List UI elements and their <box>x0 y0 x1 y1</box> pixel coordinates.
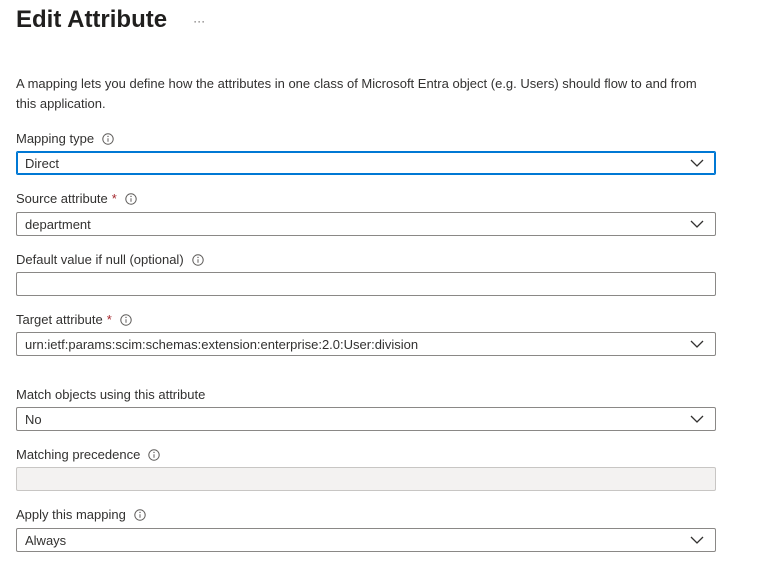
default-value-label: Default value if null (optional) <box>16 252 204 267</box>
target-attribute-label-text: Target attribute <box>16 312 103 327</box>
info-icon[interactable] <box>125 192 137 205</box>
matching-precedence-label: Matching precedence <box>16 447 161 462</box>
chevron-down-icon <box>685 529 709 551</box>
match-objects-label-text: Match objects using this attribute <box>16 387 206 402</box>
chevron-down-icon <box>685 213 709 235</box>
source-attribute-label: Source attribute * <box>16 191 137 206</box>
description-text: A mapping lets you define how the attrib… <box>16 76 697 111</box>
matching-precedence-label-text: Matching precedence <box>16 447 141 462</box>
default-value-input[interactable] <box>16 272 716 296</box>
page-title: Edit Attribute <box>16 6 168 33</box>
edit-attribute-panel: Edit Attribute ··· A mapping lets you de… <box>0 0 781 582</box>
mapping-type-label-text: Mapping type <box>16 131 95 146</box>
info-icon[interactable] <box>102 132 114 145</box>
info-icon[interactable] <box>191 253 204 266</box>
apply-mapping-dropdown[interactable]: Always <box>16 528 716 552</box>
chevron-down-icon <box>685 152 709 174</box>
matching-precedence-input <box>16 467 716 491</box>
match-objects-label: Match objects using this attribute <box>16 387 205 402</box>
apply-mapping-label-text: Apply this mapping <box>16 507 126 522</box>
required-indicator: * <box>106 312 112 327</box>
chevron-down-icon <box>685 408 709 430</box>
required-indicator: * <box>111 191 117 206</box>
source-attribute-value: department <box>25 216 91 232</box>
mapping-type-dropdown[interactable]: Direct <box>16 151 716 175</box>
source-attribute-label-text: Source attribute <box>16 191 108 206</box>
target-attribute-dropdown[interactable]: urn:ietf:params:scim:schemas:extension:e… <box>16 332 716 356</box>
apply-mapping-value: Always <box>25 532 67 548</box>
apply-mapping-label: Apply this mapping <box>16 507 146 522</box>
target-attribute-value: urn:ietf:params:scim:schemas:extension:e… <box>25 336 419 352</box>
target-attribute-label: Target attribute * <box>16 312 132 327</box>
title-row: Edit Attribute ··· <box>16 6 205 34</box>
match-objects-dropdown[interactable]: No <box>16 407 716 431</box>
mapping-type-value: Direct <box>25 155 59 171</box>
info-icon[interactable] <box>148 448 161 461</box>
match-objects-value: No <box>25 411 42 427</box>
default-value-label-text: Default value if null (optional) <box>16 252 184 267</box>
source-attribute-dropdown[interactable]: department <box>16 212 716 236</box>
mapping-type-label: Mapping type <box>16 131 114 146</box>
info-icon[interactable] <box>120 313 132 326</box>
chevron-down-icon <box>685 333 709 355</box>
info-icon[interactable] <box>134 508 146 521</box>
more-options-button[interactable]: ··· <box>193 13 205 27</box>
